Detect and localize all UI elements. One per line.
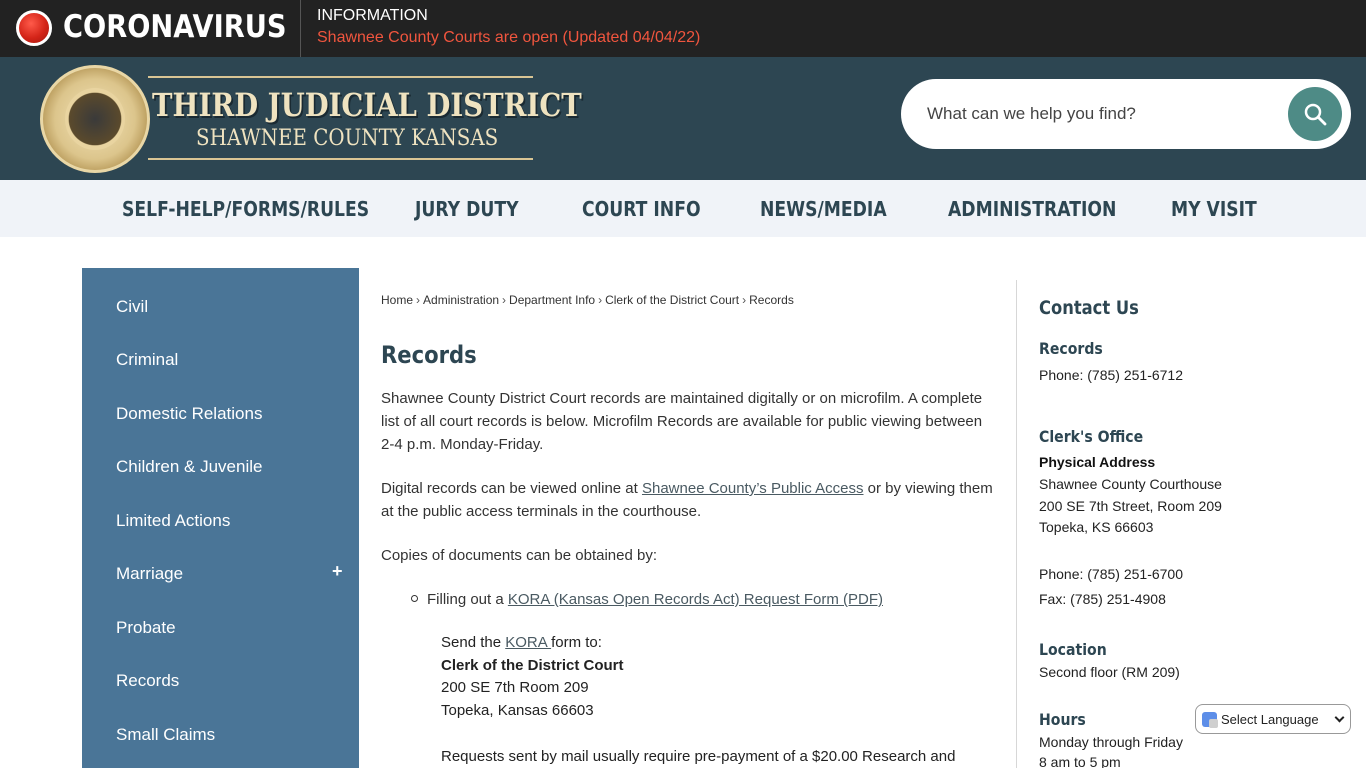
breadcrumb-sep: ›	[742, 293, 747, 307]
public-access-link[interactable]: Shawnee County’s Public Access	[642, 480, 864, 497]
digital-records-paragraph: Digital records can be viewed online at …	[381, 477, 996, 523]
chevron-down-icon	[1334, 712, 1345, 723]
breadcrumb-current: Records	[749, 293, 794, 307]
sidebar-item-small-claims[interactable]: Small Claims	[116, 725, 215, 745]
mail-address-name: Clerk of the District Court	[441, 657, 624, 674]
nav-self-help[interactable]: SELF-HELP/FORMS/RULES	[122, 197, 369, 221]
nav-jury-duty[interactable]: JURY DUTY	[415, 197, 519, 221]
clerk-address-line1: Shawnee County Courthouse	[1039, 476, 1222, 492]
mail-address-line1: 200 SE 7th Room 209	[441, 679, 589, 696]
sidebar-item-criminal[interactable]: Criminal	[116, 350, 178, 370]
mail-address-line2: Topeka, Kansas 66603	[441, 702, 594, 719]
bullet-text-before: Filling out a	[427, 591, 508, 608]
breadcrumb: Home › Administration › Department Info › Cler…	[381, 293, 794, 307]
page-title: Records	[381, 341, 477, 369]
brand-subtitle: SHAWNEE COUNTY KANSAS	[196, 126, 499, 151]
site-header: THIRD JUDICIAL DISTRICT SHAWNEE COUNTY K…	[0, 57, 1366, 180]
language-select[interactable]: Select Language	[1195, 704, 1351, 734]
clerk-office-heading: Clerk's Office	[1039, 427, 1144, 446]
sidebar-item-probate[interactable]: Probate	[116, 618, 176, 638]
location-text: Second floor (RM 209)	[1039, 664, 1180, 680]
send-form-line: Send the KORA form to:	[441, 632, 602, 655]
alert-bar: CORONAVIRUS INFORMATION Shawnee County C…	[0, 0, 1366, 57]
sidebar-item-domestic-relations[interactable]: Domestic Relations	[116, 404, 262, 424]
sidebar-item-limited-actions[interactable]: Limited Actions	[116, 511, 230, 531]
intro-paragraph: Shawnee County District Court records ar…	[381, 390, 983, 453]
breadcrumb-sep: ›	[502, 293, 507, 307]
sidebar-item-marriage[interactable]: Marriage	[116, 564, 183, 584]
nav-court-info[interactable]: COURT INFO	[582, 197, 701, 221]
brand-title: THIRD JUDICIAL DISTRICT	[152, 86, 582, 124]
clerk-phone: Phone: (785) 251-6700	[1039, 566, 1183, 582]
expand-plus-icon[interactable]: +	[332, 561, 343, 582]
search-box	[901, 79, 1351, 149]
kora-link[interactable]: KORA	[505, 634, 551, 651]
kora-bullet-item: Filling out a KORA (Kansas Open Records …	[427, 588, 1007, 611]
breadcrumb-administration[interactable]: Administration	[423, 293, 499, 307]
language-select-label: Select Language	[1221, 712, 1319, 727]
breadcrumb-home[interactable]: Home	[381, 293, 413, 307]
site-brand[interactable]: THIRD JUDICIAL DISTRICT SHAWNEE COUNTY K…	[148, 76, 582, 160]
main-nav: SELF-HELP/FORMS/RULES JURY DUTY COURT IN…	[0, 180, 1366, 237]
clerk-address-line2: 200 SE 7th Street, Room 209	[1039, 498, 1222, 514]
contact-us-title: Contact Us	[1039, 297, 1139, 319]
records-heading: Records	[1039, 339, 1103, 358]
copies-paragraph: Copies of documents can be obtained by:	[381, 547, 658, 564]
alert-icon	[16, 10, 52, 46]
clerk-address-line3: Topeka, KS 66603	[1039, 519, 1154, 535]
records-phone: Phone: (785) 251-6712	[1039, 367, 1183, 383]
hours-days: Monday through Friday	[1039, 734, 1183, 750]
bullet-circle-icon	[411, 595, 418, 602]
sidebar-menu: Civil Criminal Domestic Relations Childr…	[82, 268, 359, 768]
location-heading: Location	[1039, 640, 1107, 659]
physical-address-label: Physical Address	[1039, 454, 1156, 470]
kora-form-link[interactable]: KORA (Kansas Open Records Act) Request F…	[508, 591, 883, 608]
breadcrumb-sep: ›	[598, 293, 603, 307]
p2-text-before: Digital records can be viewed online at	[381, 480, 642, 497]
search-button[interactable]	[1288, 87, 1342, 141]
nav-administration[interactable]: ADMINISTRATION	[948, 197, 1116, 221]
mail-requests-text: Requests sent by mail usually require pr…	[441, 748, 956, 765]
search-icon	[1304, 103, 1327, 126]
alert-label: INFORMATION	[317, 7, 428, 24]
breadcrumb-sep: ›	[416, 293, 421, 307]
sidebar-item-children-juvenile[interactable]: Children & Juvenile	[116, 457, 262, 477]
hours-times: 8 am to 5 pm	[1039, 754, 1121, 768]
clerk-fax: Fax: (785) 251-4908	[1039, 591, 1166, 607]
breadcrumb-clerk[interactable]: Clerk of the District Court	[605, 293, 739, 307]
breadcrumb-department-info[interactable]: Department Info	[509, 293, 595, 307]
seal-emblem-icon	[65, 88, 125, 150]
nav-news-media[interactable]: NEWS/MEDIA	[760, 197, 887, 221]
sidebar-item-records[interactable]: Records	[116, 671, 179, 691]
alert-title[interactable]: CORONAVIRUS	[63, 9, 287, 45]
send-text-before: Send the	[441, 634, 506, 651]
google-translate-icon	[1202, 712, 1218, 728]
alert-link[interactable]: Shawnee County Courts are open (Updated …	[317, 29, 700, 47]
rail-divider	[1016, 280, 1017, 768]
sidebar-item-civil[interactable]: Civil	[116, 297, 148, 317]
court-seal-logo[interactable]	[40, 65, 150, 173]
alert-divider	[300, 0, 301, 57]
hours-heading: Hours	[1039, 710, 1086, 729]
nav-my-visit[interactable]: MY VISIT	[1171, 197, 1257, 221]
send-text-after: form to:	[551, 634, 602, 651]
search-input[interactable]	[927, 97, 1267, 131]
